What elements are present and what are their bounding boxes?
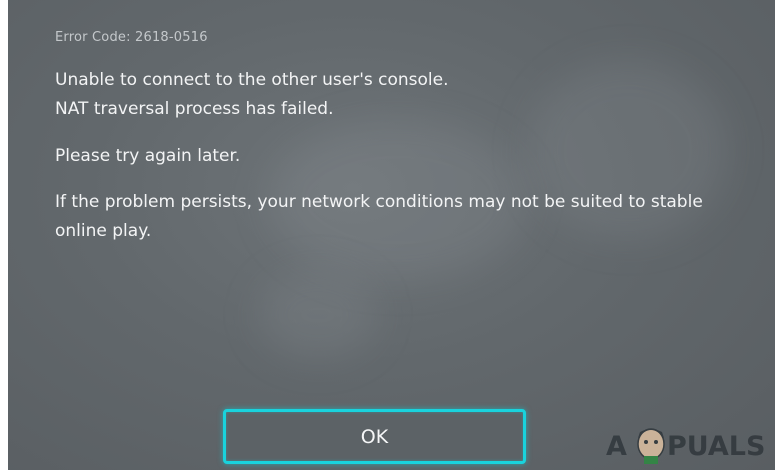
error-code: Error Code: 2618-0516 [55, 30, 208, 45]
message-line-1: Unable to connect to the other user's co… [55, 70, 449, 90]
appuals-watermark: A PUALS [606, 428, 765, 464]
background-blur [258, 270, 378, 360]
mascot-icon [637, 428, 665, 464]
ok-button[interactable]: OK [223, 409, 526, 464]
background-blur [528, 60, 728, 240]
message-line-2: NAT traversal process has failed. [55, 99, 334, 119]
error-dialog-screen: Error Code: 2618-0516 Unable to connect … [8, 0, 775, 470]
message-line-3: Please try again later. [55, 146, 241, 166]
ok-button-label: OK [360, 425, 389, 448]
watermark-letters: PUALS [667, 431, 765, 462]
message-line-5: online play. [55, 221, 152, 241]
message-line-4: If the problem persists, your network co… [55, 192, 703, 212]
watermark-letter-a: A [606, 431, 627, 462]
